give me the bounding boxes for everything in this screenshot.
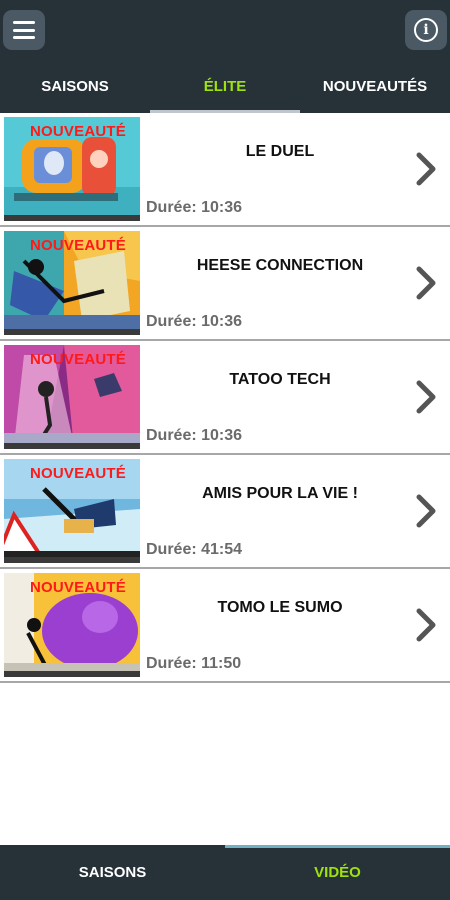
- episode-title: TOMO LE SUMO: [217, 599, 343, 616]
- bottom-navigation: SAISONS VIDÉO: [0, 845, 450, 900]
- hamburger-menu-icon: [13, 21, 35, 39]
- episode-row[interactable]: NOUVEAUTÉ AMIS POUR LA VIE ! Durée: 41:5…: [0, 455, 450, 569]
- new-badge: NOUVEAUTÉ: [30, 465, 126, 482]
- info-icon: i: [414, 18, 438, 42]
- episode-title: AMIS POUR LA VIE !: [202, 485, 358, 502]
- episode-list: NOUVEAUTÉ LE DUEL Durée: 10:36 NOUVEAUTÉ…: [0, 113, 450, 683]
- new-badge: NOUVEAUTÉ: [30, 123, 126, 140]
- menu-button[interactable]: [3, 10, 45, 50]
- bottom-nav-video[interactable]: VIDÉO: [225, 845, 450, 900]
- new-badge: NOUVEAUTÉ: [30, 237, 126, 254]
- episode-thumbnail: NOUVEAUTÉ: [4, 345, 140, 449]
- episode-title: TATOO TECH: [229, 371, 331, 388]
- tab-bar: SAISONS ÉLITE NOUVEAUTÉS: [0, 60, 450, 113]
- episode-title: LE DUEL: [245, 143, 315, 160]
- chevron-right-icon[interactable]: [410, 607, 440, 643]
- tab-elite[interactable]: ÉLITE: [150, 60, 300, 113]
- app-bar: i: [0, 0, 450, 60]
- episode-duration: Durée: 10:36: [146, 199, 243, 216]
- info-button[interactable]: i: [405, 10, 447, 50]
- chevron-right-icon[interactable]: [410, 493, 440, 529]
- episode-thumbnail: NOUVEAUTÉ: [4, 573, 140, 677]
- chevron-right-icon[interactable]: [410, 379, 440, 415]
- new-badge: NOUVEAUTÉ: [30, 579, 126, 596]
- tab-nouveautes[interactable]: NOUVEAUTÉS: [300, 60, 450, 113]
- episode-thumbnail: NOUVEAUTÉ: [4, 459, 140, 563]
- episode-duration: Durée: 10:36: [146, 427, 243, 444]
- new-badge: NOUVEAUTÉ: [30, 351, 126, 368]
- bottom-nav-saisons[interactable]: SAISONS: [0, 845, 225, 900]
- episode-row[interactable]: NOUVEAUTÉ HEESE CONNECTION Durée: 10:36: [0, 227, 450, 341]
- chevron-right-icon[interactable]: [410, 151, 440, 187]
- episode-row[interactable]: NOUVEAUTÉ TATOO TECH Durée: 10:36: [0, 341, 450, 455]
- episode-thumbnail: NOUVEAUTÉ: [4, 117, 140, 221]
- tab-saisons[interactable]: SAISONS: [0, 60, 150, 113]
- episode-row[interactable]: NOUVEAUTÉ TOMO LE SUMO Durée: 11:50: [0, 569, 450, 683]
- chevron-right-icon[interactable]: [410, 265, 440, 301]
- episode-duration: Durée: 10:36: [146, 313, 243, 330]
- episode-duration: Durée: 41:54: [146, 541, 243, 558]
- episode-title: HEESE CONNECTION: [196, 257, 364, 274]
- episode-thumbnail: NOUVEAUTÉ: [4, 231, 140, 335]
- episode-row[interactable]: NOUVEAUTÉ LE DUEL Durée: 10:36: [0, 113, 450, 227]
- episode-duration: Durée: 11:50: [146, 655, 242, 672]
